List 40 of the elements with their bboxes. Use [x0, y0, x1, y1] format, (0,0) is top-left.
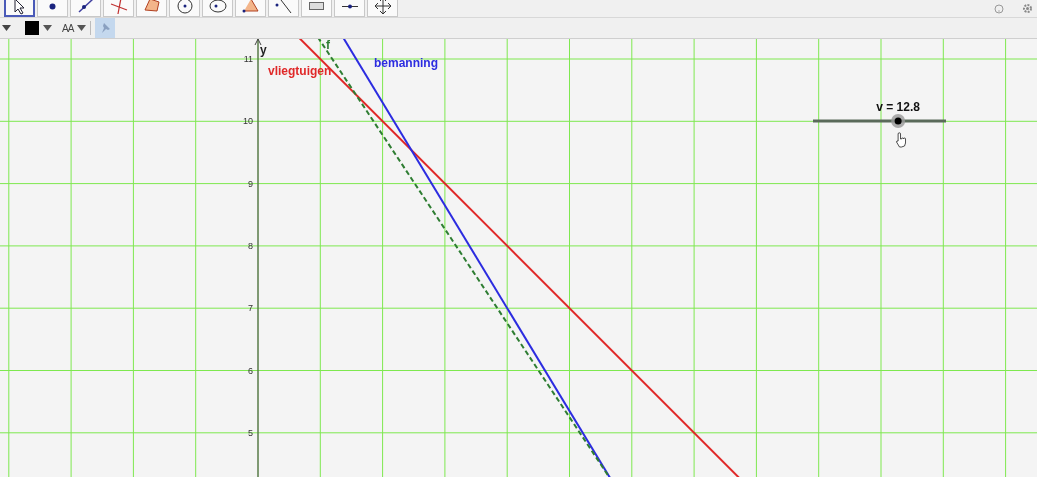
perpendicular-tool-button[interactable]	[103, 0, 134, 17]
axis-label: y	[260, 43, 267, 57]
pan-tool-icon	[372, 0, 393, 16]
move-tool-icon	[14, 0, 25, 15]
line-label: f	[326, 39, 330, 52]
circle-tool-button[interactable]	[169, 0, 200, 17]
polygon-tool-button[interactable]	[136, 0, 167, 17]
slider-tool-button[interactable]	[334, 0, 365, 17]
slider-tool-icon	[341, 3, 358, 9]
text-size-button[interactable]: AA	[62, 22, 74, 34]
point-tool-icon	[49, 2, 56, 10]
reflect-tool-icon	[275, 0, 292, 14]
tick-label: 9	[248, 178, 253, 189]
slider[interactable]	[813, 114, 946, 128]
pan-tool-button[interactable]	[367, 0, 398, 17]
settings-icon[interactable]	[1022, 3, 1033, 14]
color-swatch[interactable]	[25, 21, 39, 35]
caret-icon[interactable]	[77, 25, 87, 31]
slider-thumb[interactable]	[891, 114, 906, 128]
line-tool-button[interactable]	[70, 0, 101, 17]
tick-label: 8	[248, 240, 253, 251]
point-tool-button[interactable]	[37, 0, 68, 17]
text-tool-icon	[309, 2, 324, 10]
tick-label: 6	[248, 365, 253, 376]
move-tool-button[interactable]	[4, 0, 35, 17]
text-tool-button[interactable]	[301, 0, 332, 17]
reflect-tool-button[interactable]	[268, 0, 299, 17]
tick-label: 7	[248, 303, 253, 314]
tick-label: 5	[248, 427, 253, 438]
pin-icon	[99, 22, 112, 34]
perpendicular-tool-icon	[108, 0, 129, 16]
angle-tool-button[interactable]	[235, 0, 266, 17]
hand-cursor-icon	[896, 132, 906, 148]
collapse-caret-icon[interactable]	[2, 25, 11, 31]
tick-label: 11	[243, 54, 253, 64]
conic-tool-button[interactable]	[202, 0, 233, 17]
caret-icon[interactable]	[43, 25, 52, 31]
circle-tool-icon	[174, 0, 195, 16]
conic-tool-icon	[207, 0, 228, 16]
slider-label: v = 12.8	[876, 100, 920, 114]
